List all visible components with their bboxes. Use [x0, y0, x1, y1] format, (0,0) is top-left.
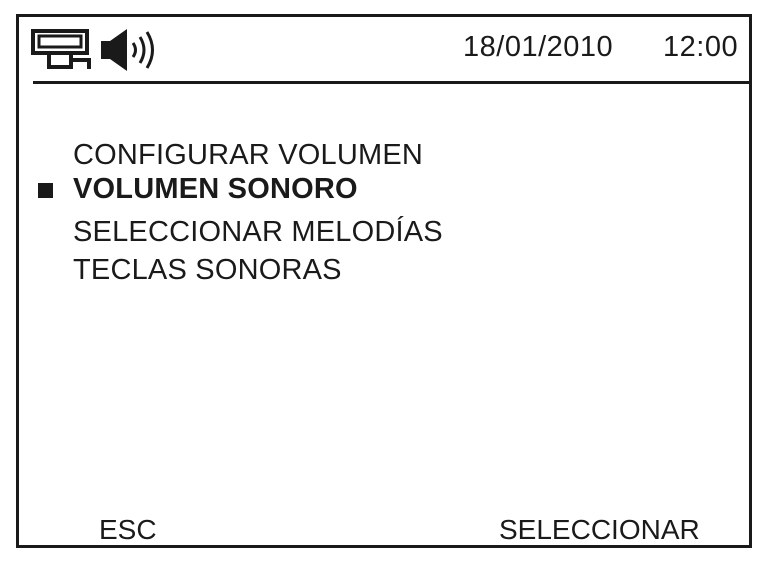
speaker-icon	[101, 29, 154, 71]
menu-item-teclas-sonoras[interactable]: TECLAS SONORAS	[73, 254, 342, 287]
menu-item-configurar-volumen[interactable]: CONFIGURAR VOLUMEN	[73, 139, 423, 172]
status-bar: 18/01/2010 12:00	[19, 17, 749, 79]
status-divider	[33, 81, 749, 84]
select-softkey-underlined: LECCION	[536, 514, 661, 547]
menu-item-seleccionar-melodias[interactable]: SELECCIONAR MELODÍAS	[73, 216, 443, 249]
status-time: 12:00	[663, 31, 739, 63]
select-softkey-prefix: SE	[499, 514, 537, 545]
device-screen: 18/01/2010 12:00 CONFIGURAR VOLUMEN VOLU…	[16, 14, 752, 548]
select-softkey[interactable]: SELECCIONAR	[499, 514, 700, 547]
selection-marker-icon	[38, 183, 53, 198]
select-softkey-suffix: AR	[660, 514, 700, 545]
network-icon	[31, 29, 91, 69]
status-date: 18/01/2010	[463, 31, 614, 63]
esc-softkey[interactable]: ESC	[99, 515, 163, 547]
menu-item-volumen-sonoro[interactable]: VOLUMEN SONORO	[73, 173, 358, 206]
